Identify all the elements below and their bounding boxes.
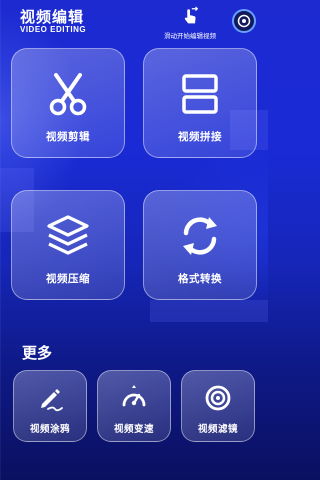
tool-label: 格式转换: [178, 273, 222, 285]
tool-card-format-convert[interactable]: 格式转换: [143, 190, 257, 300]
more-item-video-doodle[interactable]: 视频涂鸦: [13, 370, 87, 442]
swipe-hand-icon: [184, 6, 199, 24]
more-section-title: 更多: [22, 344, 53, 362]
more-item-label: 视频变速: [113, 424, 154, 435]
more-item-video-speed[interactable]: 视频变速: [97, 370, 171, 442]
scissors-icon: [49, 73, 87, 116]
header: 视频编辑 VIDEO EDITING 滑动开始编辑视频: [0, 0, 268, 44]
speedometer-icon: [122, 385, 146, 407]
camera-lens-icon: [205, 385, 231, 411]
tool-label: 视频压缩: [46, 273, 90, 285]
camera-lens-icon: [237, 14, 251, 28]
tool-card-video-compress[interactable]: 视频压缩: [11, 190, 125, 300]
tool-label: 视频拼接: [178, 131, 222, 143]
refresh-arrows-icon: [183, 217, 217, 255]
more-item-label: 视频滤镜: [197, 424, 238, 435]
more-item-video-filter[interactable]: 视频滤镜: [181, 370, 255, 442]
tool-card-video-cut[interactable]: 视频剪辑: [11, 48, 125, 158]
app-title: 视频编辑: [20, 8, 85, 26]
pen-icon: [41, 389, 63, 412]
split-rectangles-icon: [182, 74, 218, 114]
tool-card-video-merge[interactable]: 视频拼接: [143, 48, 257, 158]
more-item-label: 视频涂鸦: [29, 424, 70, 435]
profile-button[interactable]: [232, 9, 256, 33]
layers-icon: [47, 215, 89, 255]
swipe-hint[interactable]: 滑动开始编辑视频: [160, 6, 220, 40]
tool-label: 视频剪辑: [46, 131, 90, 143]
background-deco-block: [150, 300, 268, 322]
swipe-hint-text: 滑动开始编辑视频: [164, 32, 216, 40]
app-subtitle: VIDEO EDITING: [20, 25, 87, 34]
